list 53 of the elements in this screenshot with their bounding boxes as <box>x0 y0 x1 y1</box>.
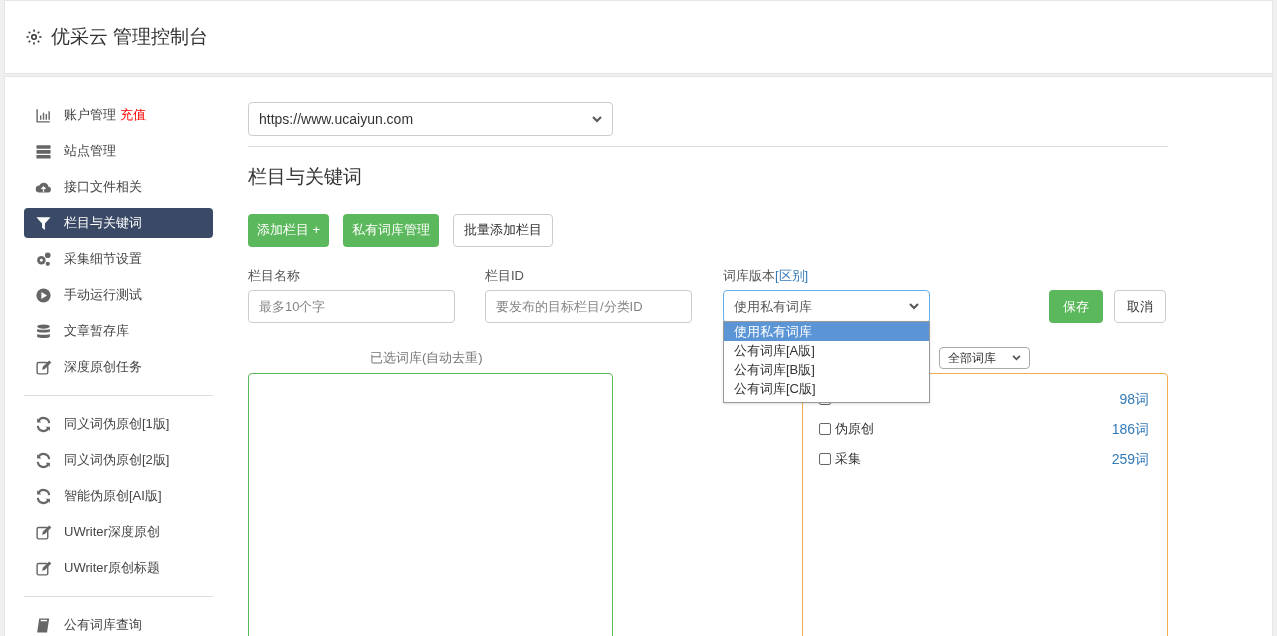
database-icon <box>35 322 52 340</box>
app-title: 优采云 管理控制台 <box>51 24 209 49</box>
library-name: 伪原创 <box>835 420 874 439</box>
panel-label: 已选词库(自动去重) <box>370 349 483 368</box>
sidebar-item[interactable]: 手动运行测试 <box>24 280 213 310</box>
word-count: 98词 <box>1119 389 1149 409</box>
cancel-button[interactable]: 取消 <box>1114 290 1166 323</box>
bar-chart-icon <box>35 106 52 124</box>
input-field[interactable]: 要发布的目标栏目/分类ID <box>485 290 692 323</box>
chevron-icon <box>909 303 919 310</box>
edit-icon <box>35 358 52 376</box>
dropdown-option[interactable]: 公有词库[C版] <box>724 378 929 398</box>
section-title: 栏目与关键词 <box>248 165 363 189</box>
sidebar-item[interactable]: 公有词库查询 <box>24 610 213 636</box>
sidebar-item[interactable]: 采集细节设置 <box>24 244 213 274</box>
sidebar-item[interactable]: 栏目与关键词 <box>24 208 213 238</box>
chevron-icon <box>592 115 602 123</box>
difference-link[interactable]: [区别] <box>775 265 809 285</box>
sidebar-item[interactable]: UWriter深度原创 <box>24 517 213 547</box>
sidebar-item[interactable]: 同义词伪原创[2版] <box>24 445 213 475</box>
edit-icon <box>35 559 52 577</box>
refresh-icon <box>35 451 52 469</box>
checkbox[interactable] <box>819 453 831 465</box>
sidebar-item[interactable]: 深度原创任务 <box>24 352 213 382</box>
field-label: 栏目ID <box>485 266 525 285</box>
play-icon <box>35 286 52 304</box>
word-count: 259词 <box>1111 449 1149 469</box>
filter-icon <box>35 214 52 232</box>
field-label: 栏目名称 <box>248 266 301 285</box>
word-count: 186词 <box>1111 419 1149 439</box>
sidebar-item[interactable]: 同义词伪原创[1版] <box>24 409 213 439</box>
field-label: 词库版本 <box>723 266 775 285</box>
refresh-icon <box>35 487 52 505</box>
input-field[interactable]: 最多10个字 <box>248 290 455 323</box>
recharge-link[interactable]: 充值 <box>120 105 146 125</box>
dropdown-option[interactable]: 公有词库[A版] <box>724 340 929 360</box>
server-icon <box>35 142 52 160</box>
sidebar-item[interactable]: 接口文件相关 <box>24 172 213 202</box>
sidebar-item[interactable]: 文章暂存库 <box>24 316 213 346</box>
sidebar-item[interactable]: 账户管理 充值 <box>24 100 213 130</box>
filter-select[interactable]: 全部词库 <box>939 347 1030 369</box>
edit-icon <box>35 523 52 541</box>
site-select[interactable]: https://www.ucaiyun.com <box>248 102 613 136</box>
checkbox[interactable] <box>819 423 831 435</box>
dropdown-option[interactable]: 公有词库[B版] <box>724 359 929 379</box>
refresh-icon <box>35 415 52 433</box>
sidebar-item[interactable]: 智能伪原创[AI版] <box>24 481 213 511</box>
action-button[interactable]: 批量添加栏目 <box>453 213 554 247</box>
chevron-icon <box>1012 355 1021 361</box>
sidebar-item[interactable]: 站点管理 <box>24 136 213 166</box>
sidebar-item[interactable]: UWriter原创标题 <box>24 553 213 583</box>
library-name: 采集 <box>835 450 861 469</box>
settings-icon <box>25 28 43 46</box>
